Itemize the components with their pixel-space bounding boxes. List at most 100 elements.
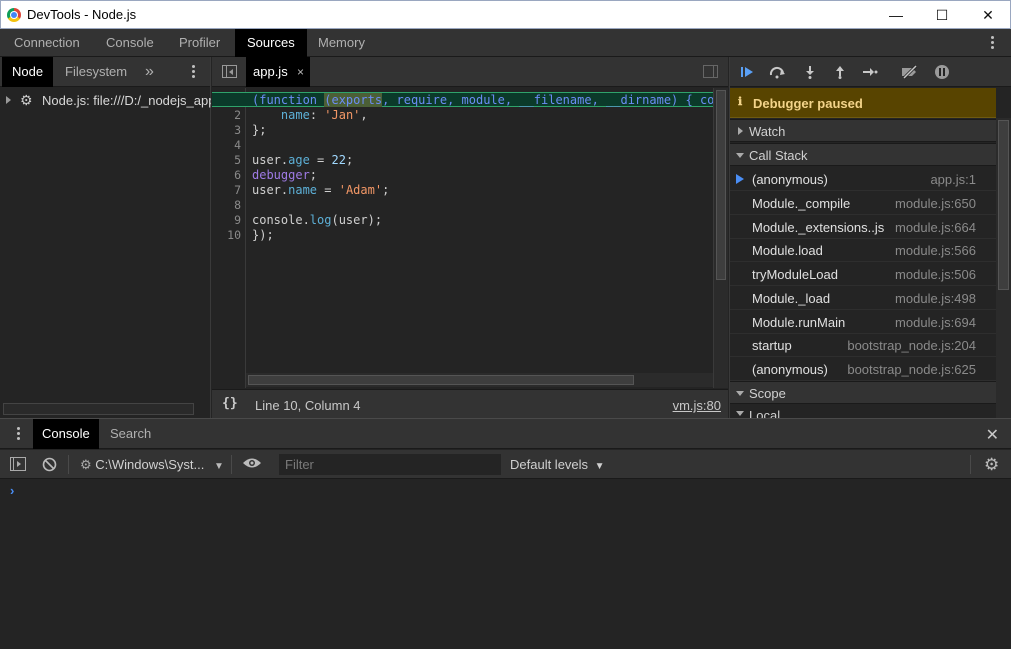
title-bar: DevTools - Node.js — ☐ ✕ [0, 0, 1011, 29]
nav-tab-filesystem[interactable]: Filesystem [55, 57, 137, 87]
scope-label: Scope [749, 386, 786, 401]
pause-on-exceptions-icon[interactable] [932, 63, 952, 81]
call-frame[interactable]: startup bootstrap_node.js:204 [730, 333, 996, 357]
console-prompt[interactable]: › [10, 483, 14, 498]
call-frame[interactable]: Module._extensions..js module.js:664 [730, 215, 996, 239]
frame-location[interactable]: app.js:1 [930, 172, 976, 187]
frame-location[interactable]: module.js:694 [895, 315, 976, 330]
line-number[interactable]: 3 [234, 123, 241, 138]
editor-tab-bar: app.js × [212, 57, 728, 87]
filter-input[interactable] [279, 454, 501, 475]
scrollbar-thumb[interactable] [716, 90, 726, 280]
drawer-menu-icon[interactable] [17, 427, 21, 442]
tree-item-node-app[interactable]: ⚙ Node.js: file:///D:/_nodejs_app [0, 91, 211, 111]
local-scope-row[interactable]: Local [730, 405, 996, 418]
close-window-button[interactable]: ✕ [965, 1, 1011, 29]
log-levels-dropdown[interactable]: Default levels ▼ [510, 457, 605, 472]
line-number[interactable]: 8 [234, 198, 241, 213]
line-number[interactable]: 9 [234, 213, 241, 228]
call-frame[interactable]: Module._compile module.js:650 [730, 191, 996, 215]
scope-section-header[interactable]: Scope [730, 381, 996, 404]
context-selector[interactable]: ⚙ C:\Windows\Syst... ▼ [80, 457, 224, 473]
drawer-tab-search[interactable]: Search [101, 419, 160, 449]
tab-sources[interactable]: Sources [235, 29, 307, 57]
show-sidebar-icon[interactable] [10, 457, 26, 474]
clear-console-icon[interactable] [42, 457, 57, 475]
tab-memory[interactable]: Memory [306, 29, 377, 57]
watch-section-header[interactable]: Watch [730, 119, 996, 142]
pretty-print-icon[interactable]: {} [222, 396, 238, 411]
settings-gear-icon[interactable]: ⚙ [984, 455, 999, 475]
scrollbar-thumb[interactable] [998, 120, 1009, 290]
toolbar-divider [68, 455, 69, 474]
frame-name: Module._load [752, 291, 831, 306]
window-title: DevTools - Node.js [27, 7, 137, 22]
drawer-tab-console[interactable]: Console [33, 419, 99, 449]
line-number[interactable]: 4 [234, 138, 241, 153]
editor-horizontal-scrollbar[interactable] [246, 373, 713, 387]
step-over-icon[interactable] [768, 63, 788, 81]
drawer-tab-bar: Console Search ✕ [0, 419, 1011, 449]
toggle-debugger-icon[interactable] [703, 65, 718, 78]
frame-location[interactable]: module.js:664 [895, 220, 976, 235]
line-number[interactable]: 10 [227, 228, 241, 243]
code-line-9: console.log(user); [252, 213, 383, 227]
console-drawer: Console Search ✕ ⚙ C:\Windows\Syst... ▼ … [0, 418, 1011, 649]
line-number[interactable]: 2 [234, 108, 241, 123]
tab-console[interactable]: Console [94, 29, 166, 57]
deactivate-breakpoints-icon[interactable] [900, 63, 920, 81]
scrollbar-thumb[interactable] [248, 375, 634, 385]
frame-location[interactable]: module.js:566 [895, 243, 976, 258]
source-location-link[interactable]: vm.js:80 [673, 398, 721, 413]
toolbar-divider [231, 455, 232, 474]
line-number[interactable]: 7 [234, 183, 241, 198]
line-number[interactable]: 5 [234, 153, 241, 168]
navigator-scrollbar[interactable] [3, 403, 194, 415]
line-gutter[interactable]: 1 2 3 4 5 6 7 8 9 10 [212, 88, 246, 388]
step-out-icon[interactable] [830, 63, 850, 81]
call-stack-label: Call Stack [749, 148, 808, 163]
frame-location[interactable]: bootstrap_node.js:204 [847, 338, 976, 353]
call-frame[interactable]: (anonymous) bootstrap_node.js:625 [730, 357, 996, 381]
nav-tab-node[interactable]: Node [2, 57, 54, 87]
tab-profiler[interactable]: Profiler [167, 29, 232, 57]
paused-message: Debugger paused [753, 96, 863, 111]
frame-location[interactable]: module.js:498 [895, 291, 976, 306]
dropdown-arrow-icon: ▼ [594, 461, 605, 472]
tab-connection[interactable]: Connection [2, 29, 92, 57]
close-tab-icon[interactable]: × [297, 57, 304, 87]
toggle-navigator-icon[interactable] [222, 65, 237, 78]
frame-name: (anonymous) [752, 172, 828, 187]
step-icon[interactable] [860, 63, 880, 81]
maximize-button[interactable]: ☐ [919, 1, 965, 29]
code-line-3: }; [252, 123, 267, 137]
navigator-menu-icon[interactable] [192, 65, 196, 80]
eye-icon[interactable] [242, 456, 262, 473]
more-tabs-icon[interactable]: » [135, 57, 164, 87]
call-frame[interactable]: Module._load module.js:498 [730, 286, 996, 310]
gear-icon: ⚙ [80, 457, 92, 472]
call-stack-section-header[interactable]: Call Stack [730, 143, 996, 166]
file-tab-app-js[interactable]: app.js × [246, 57, 310, 87]
call-frame[interactable]: Module.load module.js:566 [730, 238, 996, 262]
frame-location[interactable]: module.js:650 [895, 196, 976, 211]
line-number[interactable]: 6 [234, 168, 241, 183]
frame-location[interactable]: module.js:506 [895, 267, 976, 282]
toolbar-divider [970, 455, 971, 474]
call-frame[interactable]: (anonymous) app.js:1 [730, 167, 996, 191]
editor-vertical-scrollbar[interactable] [713, 88, 728, 388]
code-area[interactable]: 1 2 3 4 5 6 7 8 9 10 (function (exports,… [212, 88, 728, 388]
resume-icon[interactable] [738, 63, 758, 81]
frame-name: startup [752, 338, 792, 353]
call-frame[interactable]: tryModuleLoad module.js:506 [730, 262, 996, 286]
close-drawer-icon[interactable]: ✕ [986, 425, 999, 445]
code-line-10: }); [252, 228, 274, 242]
frame-location[interactable]: bootstrap_node.js:625 [847, 362, 976, 377]
call-frame[interactable]: Module.runMain module.js:694 [730, 310, 996, 334]
expand-arrow-icon[interactable] [6, 96, 11, 104]
step-into-icon[interactable] [800, 63, 820, 81]
code-line-1: (function (exports, require, module, __f… [252, 93, 715, 107]
minimize-button[interactable]: — [873, 1, 919, 29]
debugger-scrollbar[interactable] [996, 118, 1011, 418]
main-menu-icon[interactable] [991, 36, 995, 51]
